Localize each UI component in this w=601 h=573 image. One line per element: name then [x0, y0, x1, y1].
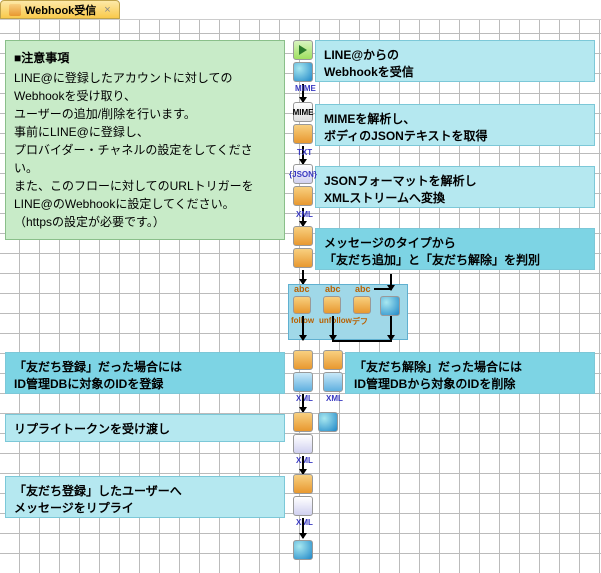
arrow-down [302, 456, 304, 474]
abc-label: abc [355, 284, 371, 294]
note-title: ■注意事項 [14, 49, 276, 67]
xml-out-icon[interactable] [293, 434, 313, 454]
note-line: ユーザーの追加/削除を行います。 [14, 105, 276, 123]
step-text: Webhookを受信 [324, 64, 586, 81]
xml-label: XML [296, 518, 313, 527]
branch-out-icon[interactable] [323, 296, 341, 314]
branch-icon[interactable] [293, 248, 313, 268]
tab-title: Webhook受信 [25, 2, 96, 18]
mime-icon[interactable]: MIME [293, 102, 313, 122]
tab-webhook[interactable]: Webhook受信 × [0, 0, 120, 19]
map-icon[interactable] [293, 412, 313, 432]
arrow-down [332, 316, 334, 340]
map-icon[interactable] [293, 474, 313, 494]
close-icon[interactable]: × [104, 4, 110, 16]
arrow-line [390, 274, 392, 290]
step-text: メッセージのタイプから [324, 235, 586, 252]
note-line: 事前にLINE@に登録し、 [14, 123, 276, 141]
tab-bar: Webhook受信 × [0, 0, 601, 20]
step-text: JSONフォーマットを解析し [324, 173, 586, 190]
arrow-down [302, 394, 304, 412]
step-delete-id[interactable]: 「友だち解除」だった場合には ID管理DBから対象のIDを削除 [345, 352, 595, 394]
step-text: リプライトークンを受け渡し [14, 421, 276, 438]
step-text: LINE@からの [324, 47, 586, 64]
arrow-down [302, 518, 304, 538]
map-icon[interactable] [293, 350, 313, 370]
note-line: Webhookを受け取り、 [14, 87, 276, 105]
globe-icon[interactable] [318, 412, 338, 432]
transform-icon[interactable] [293, 124, 313, 144]
step-reply-token[interactable]: リプライトークンを受け渡し [5, 414, 285, 442]
arrow-down [302, 316, 304, 340]
note-box: ■注意事項 LINE@に登録したアカウントに対しての Webhookを受け取り、… [5, 40, 285, 240]
step-reply-message[interactable]: 「友だち登録」したユーザーへ メッセージをリプライ [5, 476, 285, 518]
gear-icon [9, 4, 21, 16]
step-branch-type[interactable]: メッセージのタイプから 「友だち追加」と「友だち解除」を判別 [315, 228, 595, 270]
step-text: 「友だち追加」と「友だち解除」を判別 [324, 252, 586, 269]
note-line: プロバイダー・チャネルの設定をしてください。 [14, 141, 276, 177]
transform-icon[interactable] [293, 186, 313, 206]
xml-label: XML [296, 456, 313, 465]
step-text: ID管理DBから対象のIDを削除 [354, 376, 586, 393]
step-text: MIMEを解析し、 [324, 111, 586, 128]
flow-canvas[interactable]: ■注意事項 LINE@に登録したアカウントに対しての Webhookを受け取り、… [0, 20, 601, 573]
play-icon[interactable] [293, 40, 313, 60]
globe-end-icon[interactable] [293, 540, 313, 560]
branch-out-icon[interactable] [293, 296, 311, 314]
xml-out-icon[interactable] [293, 496, 313, 516]
xml-label: XML [326, 394, 343, 403]
step-text: 「友だち解除」だった場合には [354, 359, 586, 376]
step-text: XMLストリームへ変換 [324, 190, 586, 207]
abc-label: abc [325, 284, 341, 294]
arrow-right [332, 340, 392, 342]
xml-label: XML [296, 210, 313, 219]
json-icon[interactable]: {JSON} [293, 164, 313, 184]
db-icon[interactable] [323, 372, 343, 392]
step-parse-mime[interactable]: MIMEを解析し、 ボディのJSONテキストを取得 [315, 104, 595, 146]
branch-label-unfollow: unfollow [319, 316, 352, 325]
note-line: （httpsの設定が必要です。） [14, 213, 276, 231]
arrow-down [390, 316, 392, 340]
step-parse-json[interactable]: JSONフォーマットを解析し XMLストリームへ変換 [315, 166, 595, 208]
branch-label-default: デフ [352, 316, 368, 327]
step-register-id[interactable]: 「友だち登録」だった場合には ID管理DBに対象のIDを登録 [5, 352, 285, 394]
txt-label: TXT [297, 148, 312, 157]
mime-label: MIME [295, 84, 316, 93]
step-text: 「友だち登録」だった場合には [14, 359, 276, 376]
map-icon[interactable] [323, 350, 343, 370]
branch-out-icon[interactable] [353, 296, 371, 314]
step-text: メッセージをリプライ [14, 500, 276, 517]
step-text: ボディのJSONテキストを取得 [324, 128, 586, 145]
note-line: また、このフローに対してのURLトリガーを [14, 177, 276, 195]
globe-icon[interactable] [380, 296, 400, 316]
step-text: ID管理DBに対象のIDを登録 [14, 376, 276, 393]
note-line: LINE@に登録したアカウントに対しての [14, 69, 276, 87]
xml-label: XML [296, 394, 313, 403]
globe-icon[interactable] [293, 62, 313, 82]
arrow-down [302, 270, 304, 284]
db-icon[interactable] [293, 372, 313, 392]
step-text: 「友だち登録」したユーザーへ [14, 483, 276, 500]
step-receive-webhook[interactable]: LINE@からの Webhookを受信 [315, 40, 595, 82]
split-icon[interactable] [293, 226, 313, 246]
note-line: LINE@のWebhookに設定してください。 [14, 195, 276, 213]
abc-label: abc [294, 284, 310, 294]
